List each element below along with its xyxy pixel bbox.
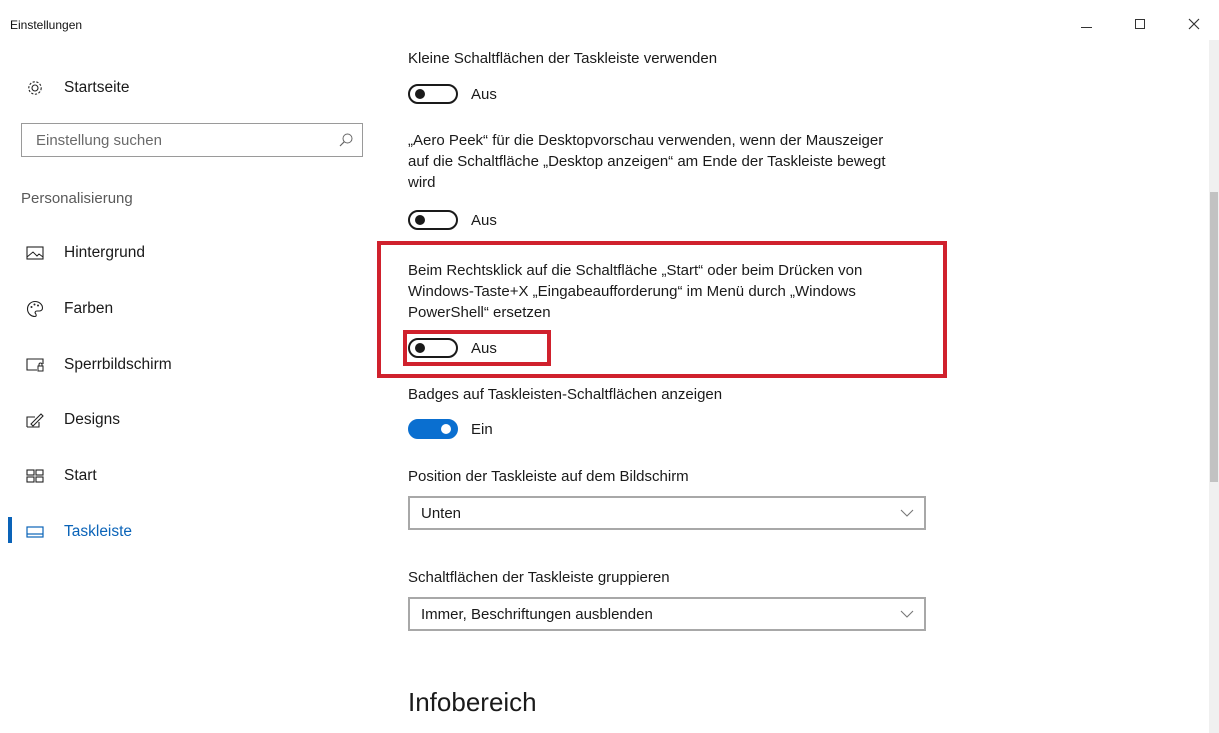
sidebar-item-label: Hintergrund bbox=[64, 244, 145, 261]
small-buttons-toggle-row: Aus bbox=[408, 83, 497, 105]
sidebar-item-label: Designs bbox=[64, 411, 120, 428]
grouping-value: Immer, Beschriftungen ausblenden bbox=[421, 605, 653, 623]
powershell-toggle[interactable] bbox=[408, 338, 458, 358]
picture-icon bbox=[24, 244, 46, 262]
minimize-icon bbox=[1080, 26, 1092, 28]
active-indicator bbox=[8, 517, 12, 543]
maximize-button[interactable] bbox=[1120, 10, 1160, 38]
settings-content: Kleine Schaltflächen der Taskleiste verw… bbox=[380, 40, 1205, 733]
aero-peek-label: „Aero Peek“ für die Desktopvorschau verw… bbox=[408, 132, 886, 191]
badges-toggle[interactable] bbox=[408, 419, 458, 439]
grouping-dropdown[interactable]: Immer, Beschriftungen ausblenden bbox=[408, 597, 926, 631]
infobereich-heading: Infobereich bbox=[408, 687, 537, 717]
palette-icon bbox=[24, 300, 46, 318]
position-label: Position der Taskleiste auf dem Bildschi… bbox=[408, 468, 689, 485]
small-buttons-state: Aus bbox=[471, 85, 497, 103]
gear-icon bbox=[24, 79, 46, 97]
toggle-knob bbox=[415, 215, 425, 225]
close-button[interactable] bbox=[1174, 10, 1214, 38]
position-value: Unten bbox=[421, 504, 462, 522]
sidebar-item-hintergrund[interactable]: Hintergrund bbox=[24, 241, 145, 265]
sidebar-item-label: Taskleiste bbox=[64, 523, 133, 540]
grouping-label: Schaltflächen der Taskleiste gruppieren bbox=[408, 569, 670, 586]
app-title: Einstellungen bbox=[10, 18, 83, 32]
toggle-knob bbox=[441, 424, 451, 434]
brush-icon bbox=[24, 411, 46, 429]
sidebar-item-label: Sperrbildschirm bbox=[64, 356, 172, 373]
powershell-state: Aus bbox=[471, 339, 497, 357]
chevron-down-icon bbox=[900, 610, 914, 618]
aero-peek-toggle-row: Aus bbox=[408, 209, 497, 231]
position-dropdown[interactable]: Unten bbox=[408, 496, 926, 530]
sidebar-item-start[interactable]: Start bbox=[24, 464, 97, 488]
small-buttons-label: Kleine Schaltflächen der Taskleiste verw… bbox=[408, 50, 718, 67]
search-input[interactable] bbox=[22, 124, 322, 156]
title-bar: Einstellungen bbox=[0, 0, 1219, 40]
sidebar: Startseite Personalisierung Hintergrund … bbox=[0, 40, 380, 733]
lock-screen-icon bbox=[24, 356, 46, 374]
badges-label: Badges auf Taskleisten-Schaltflächen anz… bbox=[408, 386, 723, 403]
toggle-knob bbox=[415, 89, 425, 99]
sidebar-item-sperrbildschirm[interactable]: Sperrbildschirm bbox=[24, 353, 172, 377]
close-icon bbox=[1188, 18, 1200, 30]
aero-peek-toggle[interactable] bbox=[408, 210, 458, 230]
search-box[interactable] bbox=[21, 123, 363, 157]
start-tiles-icon bbox=[24, 467, 46, 485]
badges-toggle-row: Ein bbox=[408, 418, 493, 440]
scrollbar-thumb[interactable] bbox=[1210, 192, 1218, 482]
sidebar-home-label: Startseite bbox=[64, 79, 130, 96]
badges-state: Ein bbox=[471, 420, 493, 438]
search-icon[interactable] bbox=[338, 132, 354, 148]
sidebar-item-designs[interactable]: Designs bbox=[24, 408, 120, 432]
aero-peek-state: Aus bbox=[471, 211, 497, 229]
sidebar-item-home[interactable]: Startseite bbox=[24, 76, 129, 100]
small-buttons-toggle[interactable] bbox=[408, 84, 458, 104]
sidebar-item-label: Start bbox=[64, 467, 97, 484]
sidebar-item-taskleiste[interactable]: Taskleiste bbox=[24, 520, 132, 544]
minimize-button[interactable] bbox=[1066, 10, 1106, 38]
scrollbar[interactable] bbox=[1209, 40, 1219, 733]
powershell-toggle-row: Aus bbox=[408, 337, 497, 359]
toggle-knob bbox=[415, 343, 425, 353]
chevron-down-icon bbox=[900, 509, 914, 517]
maximize-icon bbox=[1135, 19, 1145, 29]
sidebar-item-label: Farben bbox=[64, 300, 114, 317]
powershell-label: Beim Rechtsklick auf die Schaltfläche „S… bbox=[408, 262, 863, 321]
section-title: Personalisierung bbox=[21, 190, 133, 207]
sidebar-item-farben[interactable]: Farben bbox=[24, 297, 113, 321]
taskbar-icon bbox=[24, 523, 46, 541]
